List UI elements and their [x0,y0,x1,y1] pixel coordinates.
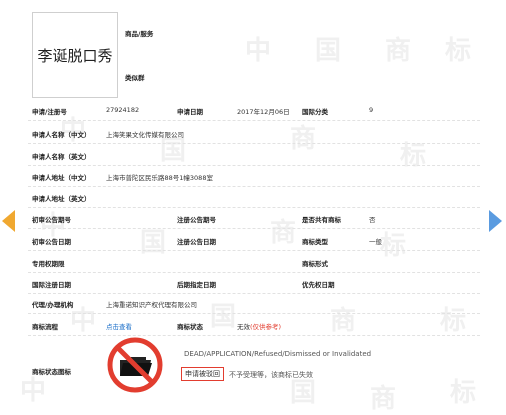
mark-type-value: 一般 [369,238,382,246]
process-link[interactable]: 点击查看 [106,321,132,331]
mark-type-label: 商标类型 [302,238,328,246]
shared-mark-label: 是否共有商标 [302,216,341,224]
agent-label: 代理/办理机构 [32,301,74,309]
watermark-text: 商 [270,218,297,248]
rejected-stamp: 申请被驳回 [181,367,224,381]
watermark-text: 标 [380,231,407,261]
process-label: 商标流程 [32,323,58,331]
reg-notice-date-label: 注册公告日期 [177,238,216,246]
status-note: (仅供参考) [250,323,282,331]
watermark-text: 中 [245,36,272,66]
watermark-text: 标 [450,378,477,408]
status-text: 无效 [237,323,250,331]
prelim-no-label: 初审公告期号 [32,216,71,224]
goods-services-label: 商品/服务 [125,30,154,38]
address-en-label: 申请人地址（英文） [32,195,91,203]
applicant-en-label: 申请人名称（英文） [32,153,91,161]
reg-no-label: 申请/注册号 [32,108,67,116]
status-english: DEAD/APPLICATION/Refused/Dismissed or In… [184,350,372,358]
applicant-cn-value: 上海笑果文化传媒有限公司 [106,131,184,139]
exclusive-period-label: 专用权期限 [32,260,65,268]
watermark-text: 中 [70,306,97,336]
address-cn-value: 上海市普陀区民乐路88号1幢3088室 [106,174,213,182]
watermark-text: 国 [210,302,237,332]
watermark-text: 商 [330,306,357,336]
watermark-text: 商 [385,36,412,66]
priority-date-label: 优先权日期 [302,281,335,289]
previous-arrow-icon[interactable] [2,210,15,232]
reg-notice-no-label: 注册公告期号 [177,216,216,224]
reg-no-value: 27924182 [106,106,140,114]
intl-reg-date-label: 国际注册日期 [32,281,71,289]
trademark-image: 李诞脱口秀 [32,12,118,98]
app-date-value: 2017年12月06日 [237,108,290,116]
status-label: 商标状态 [177,323,203,331]
later-date-label: 后期指定日期 [177,281,216,289]
similar-group-label: 类似群 [125,74,145,82]
applicant-cn-label: 申请人名称（中文） [32,131,91,139]
status-value: 无效(仅供参考) [237,321,281,331]
no-entry-folder-icon [107,337,163,393]
shared-mark-value: 否 [369,216,376,224]
intl-class-value: 9 [369,106,374,114]
watermark-text: 商 [290,124,317,154]
watermark-text: 商 [370,384,397,414]
app-date-label: 申请日期 [177,108,203,116]
agent-value: 上海重诺知识产权代理有限公司 [106,301,197,309]
status-note-text: 不予受理等，该商标已失效 [229,371,313,379]
next-arrow-icon[interactable] [489,210,502,232]
address-cn-label: 申请人地址（中文） [32,174,91,182]
prelim-date-label: 初审公告日期 [32,238,71,246]
watermark-text: 标 [445,36,472,66]
mark-form-label: 商标形式 [302,260,328,268]
watermark-text: 标 [440,306,467,336]
trademark-name: 李诞脱口秀 [37,46,113,65]
watermark-text: 标 [400,141,427,171]
watermark-text: 国 [315,36,342,66]
intl-class-label: 国际分类 [302,108,328,116]
status-icon-label: 商标状态图标 [32,368,71,376]
